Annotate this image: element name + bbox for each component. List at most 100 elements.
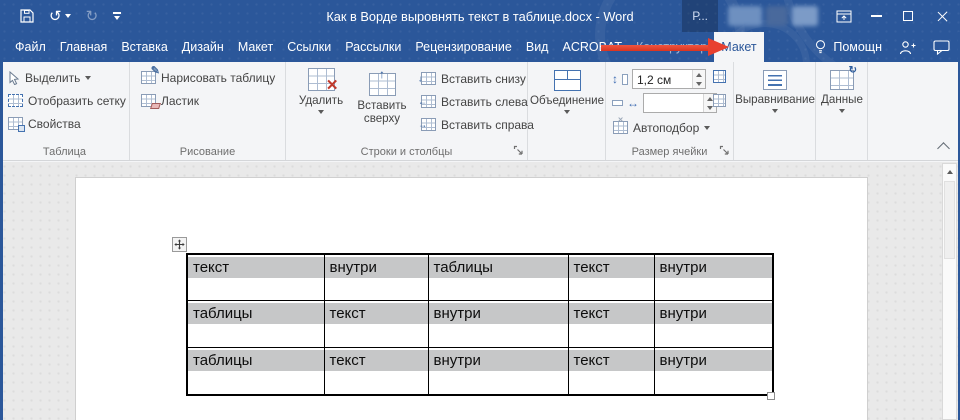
insert-below-button[interactable]: ↓ Вставить снизу <box>418 68 537 89</box>
column-width-box-icon <box>612 100 623 106</box>
insert-right-button[interactable]: → Вставить справа <box>418 114 537 135</box>
table-cell[interactable]: таблицы <box>187 300 324 347</box>
vertical-scrollbar[interactable] <box>942 163 957 420</box>
autofit-button[interactable]: ✕ Автоподбор <box>610 117 713 138</box>
draw-table-label: Нарисовать таблицу <box>161 71 275 85</box>
table-cell[interactable]: текст <box>568 347 654 395</box>
user-account-label[interactable]: Р... <box>682 0 718 32</box>
autofit-icon: ✕ <box>613 121 628 134</box>
chevron-down-icon <box>772 109 778 113</box>
merge-button[interactable]: Объединение <box>530 66 604 114</box>
column-width-control: ↔ <box>612 93 717 113</box>
table-cell[interactable]: текст <box>568 300 654 347</box>
tell-me-button[interactable]: Помощн <box>814 39 882 55</box>
document-table[interactable]: текст внутри таблицы текст внутри таблиц… <box>186 253 774 396</box>
insert-left-button[interactable]: ← Вставить слева <box>418 91 537 112</box>
redacted-user-name <box>728 6 818 26</box>
alignment-icon <box>763 70 787 90</box>
properties-button[interactable]: Свойства <box>5 113 129 134</box>
distribute-rows-button[interactable] <box>710 67 729 86</box>
draw-table-icon: ✎ <box>141 71 156 84</box>
scroll-up-button[interactable] <box>943 164 956 179</box>
alignment-label: Выравнивание <box>735 93 815 106</box>
ribbon-display-options-button[interactable] <box>828 0 860 32</box>
chevron-down-icon <box>839 109 845 113</box>
table-cell[interactable]: текст <box>568 254 654 300</box>
collapse-ribbon-button[interactable] <box>937 142 950 155</box>
insert-right-label: Вставить справа <box>441 118 534 132</box>
insert-above-button[interactable]: ↑ Вставить сверху <box>350 64 414 126</box>
data-button[interactable]: ↻ Данные <box>816 66 868 113</box>
undo-button[interactable]: ↺ <box>49 9 71 24</box>
table-cell[interactable]: текст <box>324 347 428 395</box>
group-data: ↻ Данные <box>816 62 868 160</box>
distribute-columns-button[interactable] <box>710 91 729 110</box>
header: ↺ ↻ Как в Ворде выровнять текст в таблиц… <box>0 0 960 62</box>
maximize-icon <box>903 11 913 21</box>
close-button[interactable] <box>924 0 960 32</box>
cell-text: таблицы <box>188 303 324 324</box>
dialog-launcher-button[interactable] <box>719 145 730 156</box>
scrollbar-thumb[interactable] <box>944 181 955 259</box>
tab-design[interactable]: Дизайн <box>175 32 231 62</box>
tabrow-right: Помощн <box>814 32 950 62</box>
tab-references[interactable]: Ссылки <box>280 32 338 62</box>
tab-mailings[interactable]: Рассылки <box>338 32 408 62</box>
share-button[interactable] <box>899 40 916 55</box>
eraser-button[interactable]: Ластик <box>138 90 278 111</box>
table-cell[interactable]: внутри <box>428 300 568 347</box>
row-height-spinner[interactable]: 1,2 см <box>632 69 706 89</box>
tab-view[interactable]: Вид <box>519 32 556 62</box>
minimize-button[interactable] <box>860 0 892 32</box>
tab-insert[interactable]: Вставка <box>114 32 174 62</box>
customize-qat-button[interactable] <box>113 12 121 19</box>
cell-text: текст <box>569 350 654 371</box>
cell-text: текст <box>325 303 428 324</box>
table-cell[interactable]: текст <box>324 300 428 347</box>
tab-review[interactable]: Рецензирование <box>408 32 519 62</box>
redo-button[interactable]: ↻ <box>86 9 99 24</box>
ribbon-display-options-icon <box>836 10 852 23</box>
spinner-arrows[interactable] <box>692 70 705 88</box>
draw-table-button[interactable]: ✎ Нарисовать таблицу <box>138 67 278 88</box>
comments-button[interactable] <box>933 40 950 55</box>
table-cell[interactable]: внутри <box>654 254 773 300</box>
minimize-icon <box>871 15 882 16</box>
table-cell[interactable]: таблицы <box>187 347 324 395</box>
save-button[interactable] <box>20 9 34 23</box>
table-resize-handle[interactable] <box>767 392 775 400</box>
dialog-launcher-icon <box>719 145 730 156</box>
properties-label: Свойства <box>28 117 81 131</box>
maximize-button[interactable] <box>892 0 924 32</box>
column-width-spinner[interactable] <box>643 93 717 113</box>
chevron-down-icon <box>114 16 120 20</box>
autofit-label: Автоподбор <box>633 121 699 135</box>
column-width-icon: ↔ <box>627 97 639 109</box>
table-cell[interactable]: внутри <box>654 300 773 347</box>
delete-button[interactable]: ✕ Удалить <box>294 64 348 114</box>
table-cell[interactable]: внутри <box>654 347 773 395</box>
distribute-rows-icon <box>713 70 726 83</box>
row-height-control: ↕ 1,2 см <box>612 69 706 89</box>
insert-right-icon: → <box>421 118 436 131</box>
row-height-icon: ↕ <box>612 73 618 85</box>
column-width-value[interactable] <box>644 94 703 112</box>
row-height-value[interactable]: 1,2 см <box>633 70 692 88</box>
group-rows-columns: ✕ Удалить ↑ Вставить сверху ↓ Вставить с… <box>286 62 528 160</box>
chevron-down-icon <box>318 110 324 114</box>
view-gridlines-button[interactable]: Отобразить сетку <box>5 90 129 111</box>
comment-icon <box>933 40 950 55</box>
group-merge: Объединение <box>528 62 606 160</box>
table-cell[interactable]: внутри <box>428 347 568 395</box>
table-cell[interactable]: текст <box>187 254 324 300</box>
table-move-handle[interactable] <box>172 237 187 252</box>
document-page[interactable]: текст внутри таблицы текст внутри таблиц… <box>75 177 868 420</box>
select-button[interactable]: Выделить <box>5 67 129 88</box>
dialog-launcher-button[interactable] <box>513 145 524 156</box>
alignment-button[interactable]: Выравнивание <box>735 66 815 113</box>
tab-layout[interactable]: Макет <box>231 32 280 62</box>
tab-home[interactable]: Главная <box>53 32 115 62</box>
tab-file[interactable]: Файл <box>8 32 53 62</box>
table-cell[interactable]: внутри <box>324 254 428 300</box>
table-cell[interactable]: таблицы <box>428 254 568 300</box>
